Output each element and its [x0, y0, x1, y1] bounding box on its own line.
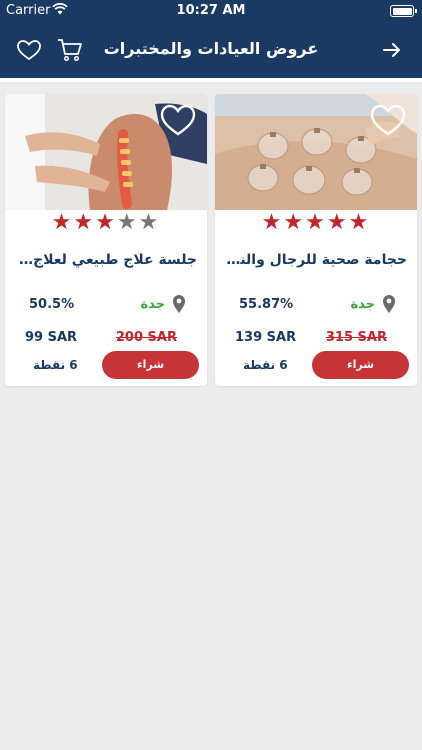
points-label: 6 نقطة	[33, 358, 78, 372]
buy-button[interactable]: شراء	[312, 351, 409, 379]
star-icon: ★	[305, 210, 327, 235]
rating-stars: ★★★★★	[5, 212, 207, 234]
star-icon: ★	[261, 210, 284, 235]
star-icon: ★	[138, 210, 161, 235]
arrow-right-icon[interactable]	[378, 36, 406, 64]
heart-outline-icon[interactable]	[159, 102, 197, 138]
clock: 10:27 AM	[176, 3, 246, 18]
star-icon: ★	[283, 210, 306, 235]
new-price: 99 SAR	[25, 330, 78, 345]
navigation-bar: عروض العيادات والمختبرات	[0, 22, 422, 78]
star-icon: ★	[326, 210, 349, 235]
new-price: 139 SAR	[235, 330, 297, 345]
points-label: 6 نقطة	[243, 358, 288, 372]
offer-city: جدة	[140, 297, 165, 312]
header-divider	[0, 78, 422, 82]
offer-card[interactable]: ★★★★★ حجامة صحية للرجال والنساء جدة 55.8…	[215, 94, 417, 386]
offer-title: جلسة علاج طبيعي لعلاج الا...	[15, 252, 197, 268]
discount-percent: 50.5%	[29, 297, 75, 312]
star-icon: ★	[51, 210, 74, 235]
heart-outline-icon[interactable]	[369, 102, 407, 138]
offer-card[interactable]: ★★★★★ جلسة علاج طبيعي لعلاج الا... جدة 5…	[5, 94, 207, 386]
offer-city: جدة	[350, 297, 375, 312]
star-icon: ★	[116, 210, 139, 235]
rating-stars: ★★★★★	[215, 212, 417, 234]
location-pin-icon	[173, 295, 185, 313]
status-bar: Carrier 10:27 AM	[0, 0, 422, 22]
location-pin-icon	[383, 295, 395, 313]
battery-icon	[390, 5, 417, 17]
page-title: عروض العيادات والمختبرات	[103, 39, 319, 58]
old-price: 200 SAR	[115, 330, 177, 345]
star-icon: ★	[73, 210, 96, 235]
star-icon: ★	[348, 210, 371, 235]
old-price: 315 SAR	[325, 330, 387, 345]
offer-title: حجامة صحية للرجال والنساء	[225, 252, 407, 268]
buy-button[interactable]: شراء	[102, 351, 199, 379]
discount-percent: 55.87%	[239, 297, 294, 312]
star-icon: ★	[95, 210, 117, 235]
